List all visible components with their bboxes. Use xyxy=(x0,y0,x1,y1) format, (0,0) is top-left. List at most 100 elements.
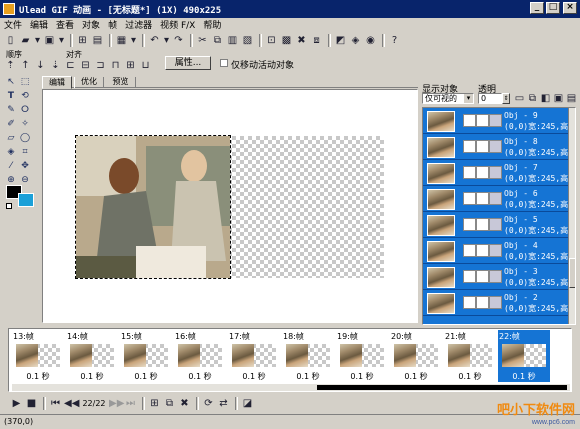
merge-object-icon[interactable]: ◧ xyxy=(540,92,551,105)
menu-object[interactable]: 对象 xyxy=(78,18,104,31)
save-dropdown-icon[interactable]: ▾ xyxy=(58,34,65,47)
menu-help[interactable]: 帮助 xyxy=(199,18,225,31)
background-color-swatch[interactable] xyxy=(18,193,34,207)
attributes-button[interactable]: 属性... xyxy=(165,56,211,70)
ellipse-tool-icon[interactable]: ◯ xyxy=(19,132,31,144)
lock-toggle[interactable] xyxy=(476,114,489,127)
new-file-icon[interactable]: ▯ xyxy=(4,34,17,47)
object-row[interactable]: Obj - 4 (0,0)宽:245,高 xyxy=(423,238,568,264)
object-row[interactable]: Obj - 2 (0,0)宽:245,高 xyxy=(423,290,568,316)
bring-forward-icon[interactable]: ↑ xyxy=(19,59,32,72)
object-row[interactable]: Obj - 7 (0,0)宽:245,高 xyxy=(423,160,568,186)
eyedropper-tool-icon[interactable]: ⁄ xyxy=(5,160,17,172)
frame-thumb-selected[interactable]: 22:帧 0.1 秒 xyxy=(498,330,550,382)
frame-scrollbar[interactable] xyxy=(12,384,570,391)
send-backward-icon[interactable]: ↓ xyxy=(34,59,47,72)
open-dropdown-icon[interactable]: ▾ xyxy=(34,34,41,47)
copy-icon[interactable]: ⧉ xyxy=(211,34,224,47)
tab-edit[interactable]: 编辑 xyxy=(42,76,72,89)
visibility-toggle[interactable] xyxy=(463,296,476,309)
stop-icon[interactable]: ■ xyxy=(25,397,38,410)
object-list-scroll-thumb[interactable] xyxy=(569,258,575,288)
open-folder-icon[interactable]: ▰ xyxy=(19,34,32,47)
lock-toggle[interactable] xyxy=(476,140,489,153)
mode-toggle[interactable] xyxy=(489,140,502,153)
object-list-scrollbar[interactable] xyxy=(568,108,575,324)
fill-tool-icon[interactable]: ◈ xyxy=(5,146,17,158)
play-icon[interactable]: ▶ xyxy=(10,397,23,410)
magic-wand-icon[interactable]: ✧ xyxy=(19,118,31,130)
move-tool-icon[interactable]: ✥ xyxy=(19,160,31,172)
frame-thumb[interactable]: 19:帧 0.1 秒 xyxy=(336,330,388,382)
mode-toggle[interactable] xyxy=(489,218,502,231)
frame-thumb[interactable]: 16:帧 0.1 秒 xyxy=(174,330,226,382)
optimize-icon[interactable]: ◉ xyxy=(364,34,377,47)
align-left-icon[interactable]: ⊏ xyxy=(64,59,77,72)
pencil-tool-icon[interactable]: ✎ xyxy=(5,104,17,116)
frame-thumb[interactable]: 17:帧 0.1 秒 xyxy=(228,330,280,382)
frame-thumb[interactable]: 20:帧 0.1 秒 xyxy=(390,330,442,382)
text-tool-icon[interactable]: T xyxy=(5,90,17,102)
visibility-toggle[interactable] xyxy=(463,166,476,179)
reset-colors-icon[interactable] xyxy=(6,203,12,209)
save-icon[interactable]: ▣ xyxy=(43,34,56,47)
menu-view[interactable]: 查看 xyxy=(52,18,78,31)
frame-icon[interactable]: ▩ xyxy=(280,34,293,47)
lock-toggle[interactable] xyxy=(476,166,489,179)
visibility-toggle[interactable] xyxy=(463,218,476,231)
visibility-toggle[interactable] xyxy=(463,192,476,205)
help-cursor-icon[interactable]: ? xyxy=(388,34,401,47)
mode-toggle[interactable] xyxy=(489,192,502,205)
transform-tool-icon[interactable]: ⟲ xyxy=(19,90,31,102)
lock-toggle[interactable] xyxy=(476,296,489,309)
close-button[interactable]: × xyxy=(563,2,577,14)
object-settings-icon[interactable]: ▤ xyxy=(566,92,577,105)
send-to-back-icon[interactable]: ⇣ xyxy=(49,59,62,72)
visibility-toggle[interactable] xyxy=(463,244,476,257)
canvas-image[interactable] xyxy=(75,135,231,279)
frame-thumb[interactable]: 15:帧 0.1 秒 xyxy=(120,330,172,382)
frame-thumb[interactable]: 13:帧 0.1 秒 xyxy=(12,330,64,382)
menu-frame[interactable]: 帧 xyxy=(104,18,121,31)
lasso-tool-icon[interactable]: ⵔ xyxy=(19,104,31,116)
lock-toggle[interactable] xyxy=(476,244,489,257)
marquee-tool-icon[interactable]: ⬚ xyxy=(19,76,31,88)
tab-optimize[interactable]: 优化 xyxy=(74,77,104,88)
delete-frame-icon[interactable]: ✖ xyxy=(178,397,191,410)
previous-frame-icon[interactable]: ◀◀ xyxy=(64,397,79,410)
properties-icon[interactable]: ◩ xyxy=(334,34,347,47)
frame-thumb[interactable]: 14:帧 0.1 秒 xyxy=(66,330,118,382)
menu-filter[interactable]: 过滤器 xyxy=(121,18,156,31)
align-top-icon[interactable]: ⊓ xyxy=(109,59,122,72)
lock-toggle[interactable] xyxy=(476,218,489,231)
frame-properties-icon[interactable]: ◪ xyxy=(241,397,254,410)
crop-tool-icon[interactable]: ⌗ xyxy=(19,146,31,158)
crop-icon[interactable]: ⊡ xyxy=(265,34,278,47)
object-row[interactable]: Obj - 8 (0,0)宽:245,高 xyxy=(423,134,568,160)
lock-toggle[interactable] xyxy=(476,192,489,205)
first-frame-icon[interactable]: ⏮ xyxy=(49,397,62,410)
frame-thumb[interactable]: 18:帧 0.1 秒 xyxy=(282,330,334,382)
duplicate-icon[interactable]: ⧈ xyxy=(310,34,323,47)
align-middle-icon[interactable]: ⊞ xyxy=(124,59,137,72)
lock-toggle[interactable] xyxy=(476,270,489,283)
object-row[interactable]: Obj - 5 (0,0)宽:245,高 xyxy=(423,212,568,238)
cut-icon[interactable]: ✂ xyxy=(196,34,209,47)
add-frame-icon[interactable]: ⊞ xyxy=(148,397,161,410)
frame-scroll-thumb[interactable] xyxy=(317,385,567,390)
menu-video-fx[interactable]: 视频 F/X xyxy=(156,18,199,31)
duplicate-frame-icon[interactable]: ⧉ xyxy=(163,397,176,410)
minimize-button[interactable]: _ xyxy=(530,2,544,14)
menu-file[interactable]: 文件 xyxy=(0,18,26,31)
visibility-toggle[interactable] xyxy=(463,270,476,283)
align-center-icon[interactable]: ⊟ xyxy=(79,59,92,72)
transparency-input[interactable]: 0 xyxy=(478,93,502,104)
export-icon[interactable]: ▦ xyxy=(115,34,128,47)
export-dropdown-icon[interactable]: ▾ xyxy=(130,34,137,47)
mode-toggle[interactable] xyxy=(489,114,502,127)
maximize-button[interactable]: □ xyxy=(546,2,560,14)
undo-icon[interactable]: ↶ xyxy=(148,34,161,47)
frame-thumb[interactable]: 21:帧 0.1 秒 xyxy=(444,330,496,382)
add-video-icon[interactable]: ▤ xyxy=(91,34,104,47)
mode-toggle[interactable] xyxy=(489,244,502,257)
